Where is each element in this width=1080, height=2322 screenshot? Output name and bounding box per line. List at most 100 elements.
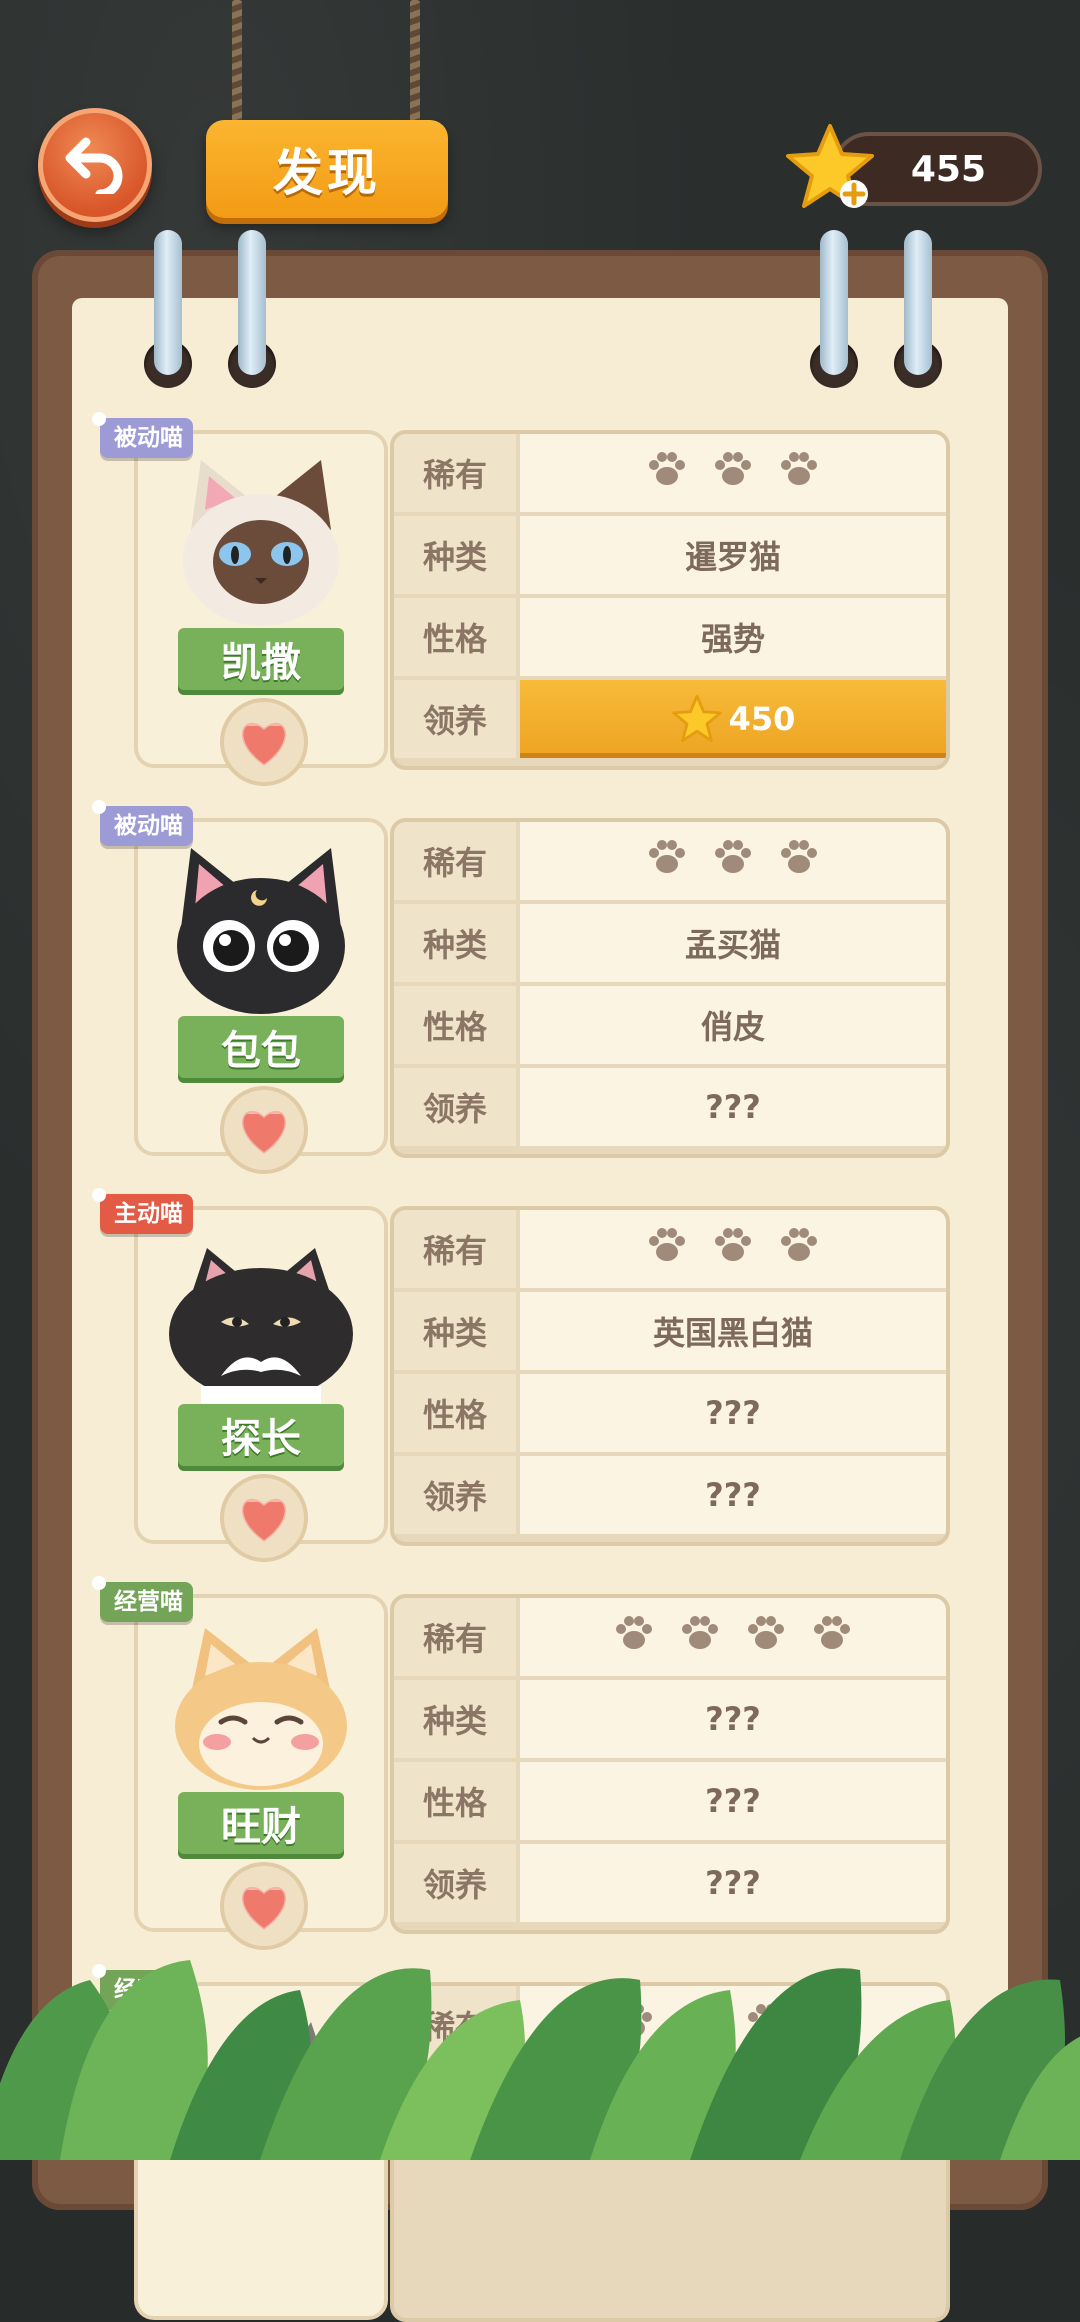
cat-type-tag: 被动喵 (92, 800, 193, 846)
star-icon (671, 694, 722, 743)
adopt-row: 领养??? (394, 1068, 946, 1148)
name-ribbon: 凯撒 (164, 628, 358, 690)
page-title: 发现 (273, 144, 381, 202)
breed-row: 种类??? (394, 1680, 946, 1760)
breed-value: 英国黑白猫 (520, 1292, 946, 1370)
adopt-label: 领养 (394, 1456, 516, 1534)
binder-ring (820, 230, 848, 375)
cat-name: 探长 (221, 1416, 301, 1462)
rarity-label: 稀有 (394, 1598, 516, 1676)
breed-label: 种类 (394, 1292, 516, 1370)
rarity-value (520, 1598, 946, 1676)
rarity-row: 稀有 (394, 434, 946, 514)
adopt-price: 450 (728, 700, 796, 738)
binder-ring (238, 230, 266, 375)
star-count: 455 (910, 148, 986, 190)
pin-icon (92, 800, 106, 814)
affection-heart[interactable] (220, 1474, 308, 1562)
affection-heart[interactable] (220, 1862, 308, 1950)
personality-value: ??? (520, 1374, 946, 1452)
cat-info-table: 稀有 种类 孟买猫 性格 俏皮 领养??? (390, 818, 950, 1158)
breed-label: 种类 (394, 516, 516, 594)
breed-row: 种类 英国黑白猫 (394, 1292, 946, 1372)
breed-row: 种类 暹罗猫 (394, 516, 946, 596)
adopt-label: 领养 (394, 680, 516, 758)
personality-label: 性格 (394, 1762, 516, 1840)
rarity-label: 稀有 (394, 1210, 516, 1288)
pin-icon (92, 1188, 106, 1202)
rope (232, 0, 242, 122)
cat-type-tag: 被动喵 (92, 412, 193, 458)
personality-value: 强势 (520, 598, 946, 676)
breed-value: 孟买猫 (520, 904, 946, 982)
rarity-label: 稀有 (394, 434, 516, 512)
personality-row: 性格 俏皮 (394, 986, 946, 1066)
rarity-value (520, 822, 946, 900)
cat-name: 包包 (221, 1028, 301, 1074)
paw-icon (779, 451, 819, 495)
pin-icon (92, 1576, 106, 1590)
rarity-row: 稀有 (394, 1598, 946, 1678)
adopt-row: 领养??? (394, 1456, 946, 1536)
name-ribbon: 旺财 (164, 1792, 358, 1854)
leaves-decoration (0, 1960, 1080, 2160)
paw-icon (713, 451, 753, 495)
cat-card[interactable]: 包包 被动喵 稀有 种类 孟买猫 性格 俏皮 领养??? (92, 800, 950, 1174)
adopt-row: 领养 450 (394, 680, 946, 760)
cat-info-table: 稀有 种类 暹罗猫 性格 强势 领养 450 (390, 430, 950, 770)
paw-icon (812, 1615, 852, 1659)
pin-icon (92, 412, 106, 426)
name-ribbon: 包包 (164, 1016, 358, 1078)
cat-type-label: 主动喵 (114, 1201, 183, 1227)
binder-ring (154, 230, 182, 375)
adopt-label: 领养 (394, 1844, 516, 1922)
breed-label: 种类 (394, 1680, 516, 1758)
cat-type-label: 经营喵 (114, 1589, 183, 1615)
back-arrow-icon (65, 137, 123, 194)
paw-icon (647, 451, 687, 495)
breed-row: 种类 孟买猫 (394, 904, 946, 984)
cat-type-tag: 经营喵 (92, 1576, 193, 1622)
paw-icon (614, 1615, 654, 1659)
adopt-label: 领养 (394, 1068, 516, 1146)
paw-icon (647, 1227, 687, 1271)
cat-portrait[interactable]: 包包 (134, 818, 388, 1174)
cat-image (161, 1226, 361, 1410)
breed-value: 暹罗猫 (520, 516, 946, 594)
rarity-row: 稀有 (394, 822, 946, 902)
cat-name: 旺财 (221, 1804, 301, 1850)
cat-card[interactable]: 凯撒 被动喵 稀有 种类 暹罗猫 性格 强势 领养 450 (92, 412, 950, 786)
personality-row: 性格??? (394, 1374, 946, 1454)
adopt-button[interactable]: 450 (520, 680, 946, 758)
cat-info-table: 稀有 种类??? 性格??? 领养??? (390, 1594, 950, 1934)
cat-card[interactable]: 探长 主动喵 稀有 种类 英国黑白猫 性格??? 领养??? (92, 1188, 950, 1562)
breed-value: ??? (520, 1680, 946, 1758)
back-button[interactable] (38, 108, 152, 222)
affection-heart[interactable] (220, 698, 308, 786)
adopt-row: 领养??? (394, 1844, 946, 1924)
cat-info-table: 稀有 种类 英国黑白猫 性格??? 领养??? (390, 1206, 950, 1546)
personality-value: ??? (520, 1762, 946, 1840)
personality-label: 性格 (394, 986, 516, 1064)
star-plus-icon[interactable] (784, 122, 876, 212)
personality-label: 性格 (394, 1374, 516, 1452)
paw-icon (713, 839, 753, 883)
cat-portrait[interactable]: 凯撒 (134, 430, 388, 786)
binder-ring (904, 230, 932, 375)
cat-image (161, 1614, 361, 1798)
personality-value: 俏皮 (520, 986, 946, 1064)
rarity-label: 稀有 (394, 822, 516, 900)
cat-type-tag: 主动喵 (92, 1188, 193, 1234)
rarity-value (520, 434, 946, 512)
paw-icon (680, 1615, 720, 1659)
cat-name: 凯撒 (221, 640, 301, 686)
cat-image (161, 838, 361, 1022)
rope (410, 0, 420, 122)
paw-icon (746, 1615, 786, 1659)
cat-type-label: 被动喵 (114, 813, 183, 839)
cat-card[interactable]: 旺财 经营喵 稀有 种类??? 性格??? 领养??? (92, 1576, 950, 1950)
affection-heart[interactable] (220, 1086, 308, 1174)
cat-portrait[interactable]: 旺财 (134, 1594, 388, 1950)
name-ribbon: 探长 (164, 1404, 358, 1466)
cat-portrait[interactable]: 探长 (134, 1206, 388, 1562)
